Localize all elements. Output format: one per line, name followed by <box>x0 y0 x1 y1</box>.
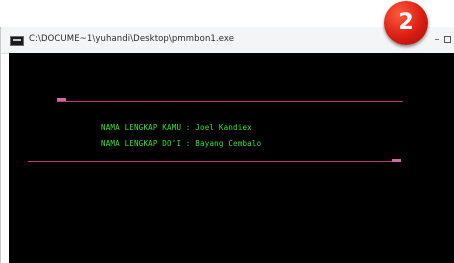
minimize-button[interactable]: – <box>432 34 442 46</box>
window-title: C:\DOCUME~1\yuhandi\Desktop\pmmbon1.exe <box>29 34 235 44</box>
output-line-nama-doi: NAMA LENGKAP DO'I : Bayang Cembalo <box>101 139 262 148</box>
console-output <box>9 53 454 263</box>
bottom-rule-marker <box>392 159 401 162</box>
output-line-nama-kamu: NAMA LENGKAP KAMU : Joel Kandiex <box>101 123 252 132</box>
top-divider-line <box>57 101 403 102</box>
bottom-divider-line <box>28 161 393 162</box>
maximize-button[interactable] <box>444 36 451 43</box>
console-app-icon[interactable] <box>10 36 24 46</box>
step-number-badge: 2 <box>384 1 428 45</box>
